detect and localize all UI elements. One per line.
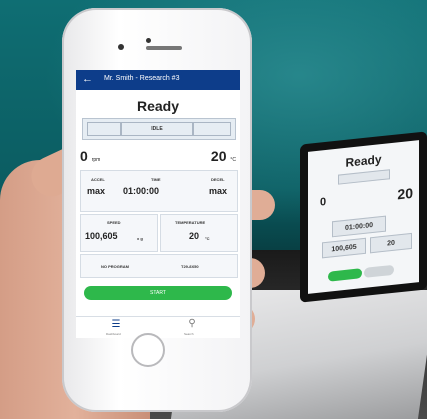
speed-card[interactable]: SPEED 100,605 x g <box>80 214 158 252</box>
live-temperature: 20 °C <box>211 148 236 164</box>
device-status-title: Ready <box>345 152 382 170</box>
bottom-nav: ☰ Dashboard ⚲ Search <box>76 316 240 338</box>
device-speed-setting: 100,605 <box>331 243 357 253</box>
speaker-grille <box>146 46 182 50</box>
start-label: START <box>150 290 166 296</box>
nav-home-label[interactable]: Dashboard <box>106 332 121 336</box>
device-speed-box: 100,605 <box>322 237 366 259</box>
program-row[interactable]: NO PROGRAM T29-8X50 <box>80 254 238 278</box>
device-speed-value: 0 <box>320 195 327 209</box>
live-temp-unit: °C <box>230 157 236 163</box>
time-label: TIME <box>151 177 161 182</box>
live-temp-value: 20 <box>210 148 227 164</box>
status-title: Ready <box>136 98 180 114</box>
device-temp-setting: 20 <box>387 239 395 248</box>
live-speed: 0 rpm <box>80 148 100 164</box>
live-speed-value: 0 <box>80 148 88 164</box>
speed-label: SPEED <box>107 220 121 225</box>
temperature-card[interactable]: TEMPERATURE 20 °C <box>160 214 238 252</box>
status-cell <box>87 122 121 136</box>
phone-top-sensors <box>118 38 208 58</box>
device-time-box: 01:00:00 <box>332 215 386 238</box>
temperature-label: TEMPERATURE <box>175 220 206 225</box>
home-button[interactable] <box>131 333 165 367</box>
status-bar: IDLE <box>82 118 236 140</box>
accel-value: max <box>87 186 106 196</box>
start-button[interactable]: START <box>84 286 232 300</box>
time-value: 01:00:00 <box>123 186 160 196</box>
temperature-unit: °C <box>205 236 210 241</box>
decel-value: max <box>209 186 228 196</box>
sensor-icon <box>146 38 151 43</box>
centrifuge-display: Ready 0 20 01:00:00 100,605 20 <box>300 131 427 303</box>
live-speed-unit: rpm <box>91 157 101 163</box>
centrifuge-screen: Ready 0 20 01:00:00 100,605 20 <box>308 140 419 294</box>
device-start-button <box>328 268 362 282</box>
speed-value: 100,605 <box>85 231 118 241</box>
temperature-value: 20 <box>189 231 200 241</box>
device-temp-box: 20 <box>370 232 412 254</box>
speed-unit: x g <box>137 236 143 241</box>
device-time-value: 01:00:00 <box>344 221 374 232</box>
phone-screen: ← Mr. Smith - Research #3 Ready IDLE 0 r… <box>76 70 240 338</box>
decel-label: DECEL <box>211 177 225 182</box>
status-state: IDLE <box>151 126 163 132</box>
accel-label: ACCEL <box>91 177 105 182</box>
camera-icon <box>118 44 124 50</box>
menu-icon[interactable]: ☰ <box>106 319 126 330</box>
run-settings-card[interactable]: ACCEL max TIME 01:00:00 DECEL max <box>80 170 238 212</box>
smartphone: ← Mr. Smith - Research #3 Ready IDLE 0 r… <box>62 8 252 412</box>
nav-search-label[interactable]: Search <box>184 332 194 336</box>
search-icon[interactable]: ⚲ <box>182 318 202 329</box>
status-cell-idle: IDLE <box>121 122 193 136</box>
program-label: NO PROGRAM <box>101 264 129 269</box>
status-cell <box>193 122 231 136</box>
header-title: Mr. Smith - Research #3 <box>104 75 180 82</box>
app-header: ← Mr. Smith - Research #3 <box>76 70 240 90</box>
photo-scene: Ready 0 20 01:00:00 100,605 20 ← Mr. Smi… <box>0 0 427 419</box>
arrow-left-icon[interactable]: ← <box>82 73 93 85</box>
device-stop-button <box>364 264 394 278</box>
rotor-label: T29-8X50 <box>181 264 199 269</box>
device-status-bar <box>338 169 390 185</box>
device-temp-value: 20 <box>397 184 413 203</box>
